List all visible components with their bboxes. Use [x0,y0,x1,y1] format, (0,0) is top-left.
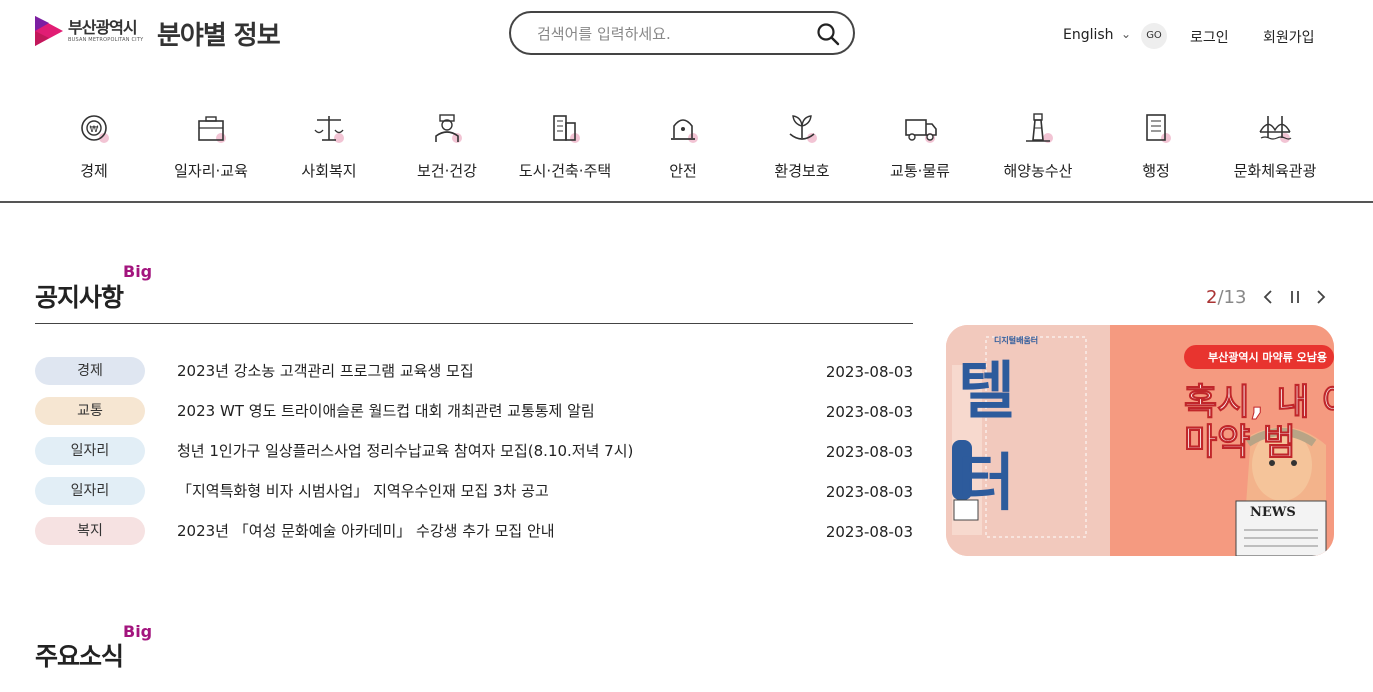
nav-item-health[interactable]: 보건·건강 [388,100,506,181]
notice-link[interactable]: 2023년 「여성 문화예술 아카데미」 수강생 추가 모집 안내 [177,520,555,541]
language-select[interactable]: English [1063,27,1114,43]
category-badge: 경제 [35,357,145,385]
nav-divider [0,201,1373,203]
banner-total-pages: /13 [1217,287,1247,308]
signup-link[interactable]: 회원가입 [1263,27,1315,47]
site-title[interactable]: 분야별 정보 [157,15,281,52]
nav-label: 경제 [80,162,108,180]
notice-section-title[interactable]: 공지사항 [35,278,124,314]
busan-logo-mark-icon [35,16,63,46]
notice-link[interactable]: 2023년 강소농 고객관리 프로그램 교육생 모집 [177,360,474,381]
category-badge: 일자리 [35,477,145,505]
search-icon[interactable] [815,21,841,47]
nav-item-safety[interactable]: 안전 [624,100,742,181]
chevron-right-icon[interactable] [1313,287,1329,307]
site-header: 부산광역시 BUSAN METROPOLITAN CITY 분야별 정보 Eng… [0,0,1373,72]
notice-date: 2023-08-03 [825,443,913,461]
category-nav: ₩ 경제 일자리·교육 사회복지 보건·건강 도시·건축·주택 안전 환경보호 … [35,100,1335,200]
notice-big-label: Big [123,262,153,281]
go-button[interactable]: GO [1141,23,1167,49]
plant-icon [789,115,817,143]
login-link[interactable]: 로그인 [1190,27,1229,47]
nav-item-urban-housing[interactable]: 도시·건축·주택 [506,100,624,181]
nav-item-jobs-education[interactable]: 일자리·교육 [152,100,270,181]
lighthouse-icon [1026,113,1053,143]
promo-banner[interactable]: 디지털배움터 텔 터 부산광역시 마약류 오남용 혹시, 내 아 마약 범 NE… [946,325,1334,556]
scale-icon [314,116,344,143]
list-item: 경제 2023년 강소농 고객관리 프로그램 교육생 모집 2023-08-03 [35,357,913,387]
nav-item-transport[interactable]: 교통·물류 [861,100,979,181]
nav-label: 문화체육관광 [1233,162,1317,180]
nav-label: 교통·물류 [890,162,950,180]
building-icon [553,115,580,143]
briefcase-icon [198,116,226,143]
nav-label: 보건·건강 [417,162,477,180]
nav-item-environment[interactable]: 환경보호 [743,100,861,181]
nav-item-economy[interactable]: ₩ 경제 [35,100,153,181]
nav-item-administration[interactable]: 행정 [1097,100,1215,181]
list-item: 일자리 청년 1인가구 일상플러스사업 정리수납교육 참여자 모집(8.10.저… [35,437,913,467]
nav-label: 일자리·교육 [174,162,248,180]
banner-tag: 부산광역시 마약류 오남용 [1208,351,1327,364]
notice-divider [35,323,913,324]
economy-icon: ₩ [81,115,109,143]
svg-text:₩: ₩ [90,125,99,135]
nav-label: 해양농수산 [1003,162,1073,180]
category-badge: 복지 [35,517,145,545]
nav-label: 안전 [669,162,697,180]
doctor-icon [435,114,462,143]
notice-date: 2023-08-03 [825,523,913,541]
banner-current-page: 2 [1206,287,1218,308]
bridge-icon [1259,116,1292,143]
chevron-down-icon[interactable]: ⌄ [1121,27,1131,41]
category-badge: 교통 [35,397,145,425]
nav-label: 사회복지 [301,162,357,180]
nav-item-culture-sports-tourism[interactable]: 문화체육관광 [1216,100,1334,181]
document-icon [1146,114,1171,143]
banner-side-text: 텔 터 [958,354,1016,519]
pause-icon[interactable] [1287,287,1303,307]
notice-link[interactable]: 2023 WT 영도 트라이애슬론 월드컵 대회 개최관련 교통통제 알림 [177,400,595,421]
banner-pager: 2/13 [1206,287,1246,308]
notice-date: 2023-08-03 [825,403,913,421]
nav-label: 환경보호 [774,162,830,180]
search-box [509,11,855,55]
list-item: 복지 2023년 「여성 문화예술 아카데미」 수강생 추가 모집 안내 202… [35,517,913,547]
busan-logo[interactable]: 부산광역시 BUSAN METROPOLITAN CITY [35,16,143,46]
nav-item-marine-agriculture[interactable]: 해양농수산 [979,100,1097,181]
notice-date: 2023-08-03 [825,363,913,381]
notice-link[interactable]: 청년 1인가구 일상플러스사업 정리수납교육 참여자 모집(8.10.저녁 7시… [177,440,633,461]
chevron-left-icon[interactable] [1260,287,1276,307]
notice-date: 2023-08-03 [825,483,913,501]
logo-name: 부산광역시 [68,17,138,37]
banner-news-label: NEWS [1250,505,1296,520]
siren-icon [671,119,698,143]
nav-label: 도시·건축·주택 [518,162,612,180]
list-item: 교통 2023 WT 영도 트라이애슬론 월드컵 대회 개최관련 교통통제 알림… [35,397,913,427]
logo-subtitle: BUSAN METROPOLITAN CITY [68,36,144,43]
nav-label: 행정 [1142,162,1170,180]
banner-headline-2: 마약 범 [1184,422,1297,464]
notice-link[interactable]: 「지역특화형 비자 시범사업」 지역우수인재 모집 3차 공고 [177,480,549,501]
news-section-title[interactable]: 주요소식 [35,637,124,673]
nav-item-welfare[interactable]: 사회복지 [270,100,388,181]
category-badge: 일자리 [35,437,145,465]
news-big-label: Big [123,622,153,641]
list-item: 일자리 「지역특화형 비자 시범사업」 지역우수인재 모집 3차 공고 2023… [35,477,913,507]
search-input[interactable] [535,22,809,46]
truck-icon [905,119,937,143]
